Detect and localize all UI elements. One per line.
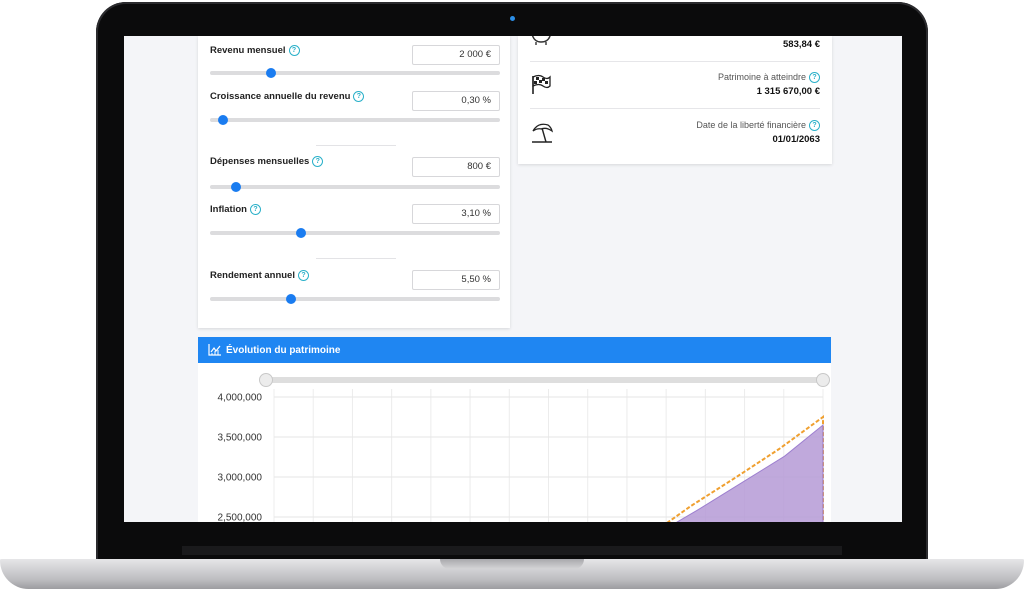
row-separator [530, 61, 820, 62]
croissance-input[interactable]: 0,30 % [412, 91, 500, 111]
slider-thumb[interactable] [231, 182, 242, 192]
field-label: Croissance annuelle du revenu? [210, 91, 365, 102]
freedom-label: Date de la liberté financière? [696, 120, 820, 131]
freedom-value: 01/01/2063 [772, 134, 820, 145]
help-icon[interactable]: ? [249, 204, 261, 215]
croissance-slider[interactable] [210, 115, 500, 125]
screen: Revenu mensuel? 2 000 € Croissance annue… [124, 36, 902, 522]
help-icon[interactable]: ? [809, 120, 820, 131]
field-label: Inflation? [210, 204, 261, 215]
chart-title: Évolution du patrimoine [226, 345, 341, 356]
summary-card: 583,84 € Patrimoine à atteindre? 1 315 6… [518, 36, 832, 164]
revenu-mensuel-input[interactable]: 2 000 € [412, 45, 500, 65]
inflation-slider[interactable] [210, 228, 500, 238]
depenses-slider[interactable] [210, 182, 500, 192]
slider-thumb[interactable] [296, 228, 307, 238]
field-label: Rendement annuel? [210, 270, 309, 281]
chart-header: Évolution du patrimoine [198, 337, 831, 363]
range-handle-left[interactable] [259, 373, 273, 387]
field-label: Revenu mensuel? [210, 45, 300, 56]
revenu-mensuel-slider[interactable] [210, 68, 500, 78]
depenses-input[interactable]: 800 € [412, 157, 500, 177]
divider [316, 145, 396, 146]
row-separator [530, 108, 820, 109]
monthly-value: 583,84 € [783, 39, 820, 50]
beach-umbrella-icon [532, 123, 554, 143]
target-value: 1 315 670,00 € [756, 86, 820, 97]
inflation-input[interactable]: 3,10 % [412, 204, 500, 224]
slider-thumb[interactable] [218, 115, 229, 125]
chart-icon [208, 344, 221, 356]
y-tick-label: 3,000,000 [218, 473, 263, 484]
range-handle-right[interactable] [816, 373, 830, 387]
laptop-notch [440, 559, 584, 569]
y-tick-label: 2,500,000 [218, 513, 263, 523]
divider [316, 258, 396, 259]
rendement-slider[interactable] [210, 294, 500, 304]
help-icon[interactable]: ? [312, 156, 324, 167]
help-icon[interactable]: ? [288, 45, 300, 56]
help-icon[interactable]: ? [353, 91, 365, 102]
bezel-bottom [182, 546, 842, 555]
piggy-bank-icon [531, 36, 551, 45]
target-label: Patrimoine à atteindre? [718, 72, 820, 83]
parameters-card: Revenu mensuel? 2 000 € Croissance annue… [198, 36, 510, 328]
y-tick-label: 4,000,000 [218, 393, 263, 404]
slider-thumb[interactable] [265, 68, 276, 78]
chart-body: 4,000,000 3,500,000 3,000,000 2,500,000 [198, 363, 831, 522]
camera-icon [510, 16, 515, 21]
chart-y-ticks: 4,000,000 3,500,000 3,000,000 2,500,000 [218, 393, 263, 523]
chart-svg: 4,000,000 3,500,000 3,000,000 2,500,000 [218, 373, 830, 523]
y-tick-label: 3,500,000 [218, 433, 263, 444]
rendement-input[interactable]: 5,50 % [412, 270, 500, 290]
slider-thumb[interactable] [286, 294, 297, 304]
help-icon[interactable]: ? [298, 270, 309, 281]
checkered-flag-icon [532, 74, 551, 94]
field-label: Dépenses mensuelles? [210, 156, 324, 167]
help-icon[interactable]: ? [809, 72, 820, 83]
